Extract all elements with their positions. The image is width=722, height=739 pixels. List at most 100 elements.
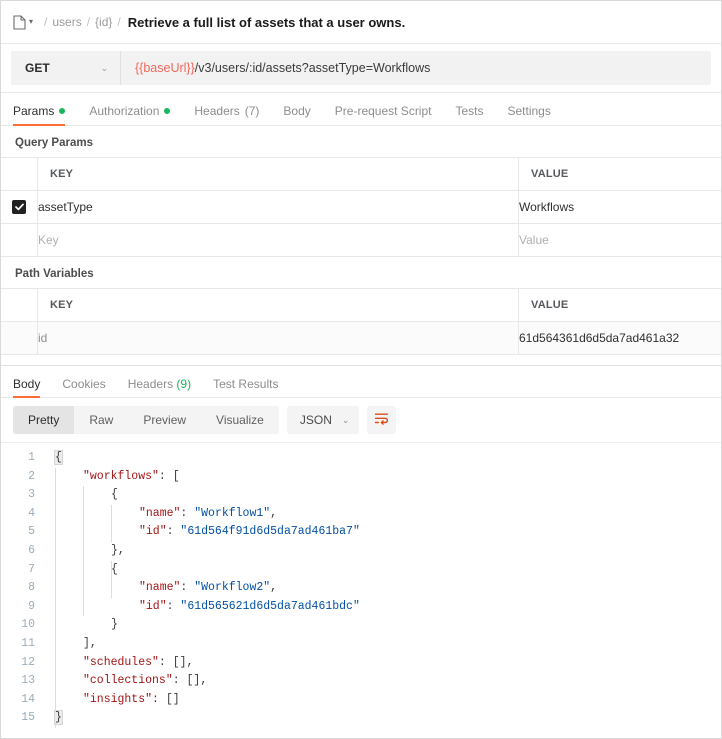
code-token: "id" xyxy=(139,525,167,538)
breadcrumb-separator-2: / xyxy=(87,15,90,29)
code-line: { xyxy=(43,561,721,580)
code-token: { xyxy=(111,488,118,501)
code-token: "workflows" xyxy=(83,470,159,483)
tab-settings[interactable]: Settings xyxy=(508,104,551,125)
code-token: ], xyxy=(83,637,97,650)
tab-tests-label: Tests xyxy=(455,104,483,118)
code-line: } xyxy=(43,709,721,728)
path-variable-value-value: 61d564361d6d5da7ad461a32 xyxy=(519,331,679,345)
table-row: id 61d564361d6d5da7ad461a32 xyxy=(1,322,721,355)
code-token: "61d564f91d6d5da7ad461ba7" xyxy=(180,525,359,538)
chevron-down-icon: ⌄ xyxy=(100,63,108,74)
document-icon xyxy=(13,15,26,30)
code-line: "workflows": [ xyxy=(43,468,721,487)
tab-headers[interactable]: Headers (7) xyxy=(194,104,259,125)
param-value-placeholder: Value xyxy=(519,233,549,247)
param-key-input[interactable]: Key xyxy=(38,224,519,257)
tab-authorization[interactable]: Authorization xyxy=(89,104,170,125)
line-number: 10 xyxy=(1,616,43,635)
view-mode-raw[interactable]: Raw xyxy=(74,406,128,434)
tab-params-label: Params xyxy=(13,104,54,118)
line-number: 11 xyxy=(1,635,43,654)
code-token: : [], xyxy=(159,656,194,669)
path-variables-table: KEY VALUE id 61d564361d6d5da7ad461a32 xyxy=(1,288,721,355)
line-number: 15 xyxy=(1,709,43,728)
code-line: "schedules": [], xyxy=(43,654,721,673)
http-method-label: GET xyxy=(25,61,50,75)
code-token: "61d565621d6d5da7ad461bdc" xyxy=(180,600,359,613)
tab-response-body[interactable]: Body xyxy=(13,377,40,397)
code-token: { xyxy=(111,563,118,576)
param-key-value: assetType xyxy=(38,200,93,214)
tab-tests[interactable]: Tests xyxy=(455,104,483,125)
column-header-value: VALUE xyxy=(519,168,721,180)
code-token: "Workflow2" xyxy=(194,581,270,594)
column-header-key: KEY xyxy=(38,168,518,180)
response-view-toolbar: Pretty Raw Preview Visualize JSON ⌄ xyxy=(1,398,721,442)
wrap-text-button[interactable] xyxy=(367,406,396,434)
param-value-cell[interactable]: Workflows xyxy=(519,191,722,224)
code-token: : [], xyxy=(173,674,208,687)
path-variable-key-cell[interactable]: id xyxy=(38,322,519,355)
line-number: 2 xyxy=(1,468,43,487)
url-input[interactable]: {{baseUrl}}/v3/users/:id/assets?assetTyp… xyxy=(121,51,711,85)
row-checkbox-cell-empty xyxy=(1,224,38,257)
http-method-dropdown[interactable]: GET ⌄ xyxy=(11,51,121,85)
code-token: "name" xyxy=(139,507,180,520)
tab-response-cookies[interactable]: Cookies xyxy=(62,377,105,397)
code-line: "collections": [], xyxy=(43,672,721,691)
postman-request-window: ▾ / users / {id} / Retrieve a full list … xyxy=(0,0,722,739)
table-header-row: KEY VALUE xyxy=(1,158,721,191)
tab-test-results[interactable]: Test Results xyxy=(213,377,278,397)
view-mode-pretty[interactable]: Pretty xyxy=(13,406,74,434)
row-checkbox-cell xyxy=(1,191,38,224)
view-mode-group: Pretty Raw Preview Visualize xyxy=(13,406,279,434)
view-mode-visualize[interactable]: Visualize xyxy=(201,406,279,434)
code-line: "name": "Workflow1", xyxy=(43,505,721,524)
breadcrumb-item-users[interactable]: users xyxy=(52,15,81,29)
modified-dot-icon xyxy=(164,108,170,114)
line-number: 7 xyxy=(1,561,43,580)
tab-response-headers-count: (9) xyxy=(176,377,191,391)
response-format-dropdown[interactable]: JSON ⌄ xyxy=(287,406,360,434)
param-key-cell[interactable]: assetType xyxy=(38,191,519,224)
chevron-down-icon[interactable]: ▾ xyxy=(29,18,33,26)
response-tabs: Body Cookies Headers (9) Test Results xyxy=(1,366,721,398)
url-path: /v3/users/:id/assets?assetType=Workflows xyxy=(195,61,431,75)
code-token: "Workflow1" xyxy=(194,507,270,520)
code-line: "id": "61d565621d6d5da7ad461bdc" xyxy=(43,598,721,617)
code-token: { xyxy=(55,451,62,464)
tab-pre-request-script[interactable]: Pre-request Script xyxy=(335,104,432,125)
request-tabs: Params Authorization Headers (7) Body Pr… xyxy=(1,93,721,126)
response-format-label: JSON xyxy=(300,413,332,427)
breadcrumb-item-id[interactable]: {id} xyxy=(95,15,112,29)
chevron-down-icon: ⌄ xyxy=(342,415,350,426)
path-variable-value-cell[interactable]: 61d564361d6d5da7ad461a32 xyxy=(519,322,722,355)
modified-dot-icon xyxy=(59,108,65,114)
code-token: , xyxy=(270,581,277,594)
response-body-viewer[interactable]: 123456789101112131415 {"workflows": [{"n… xyxy=(1,442,721,738)
path-variable-key-value: id xyxy=(38,331,47,345)
param-value-input[interactable]: Value xyxy=(519,224,722,257)
line-number: 8 xyxy=(1,579,43,598)
tab-authorization-label: Authorization xyxy=(89,104,159,118)
tab-response-cookies-label: Cookies xyxy=(62,377,105,391)
view-mode-preview[interactable]: Preview xyxy=(128,406,201,434)
tab-response-headers[interactable]: Headers (9) xyxy=(128,377,191,397)
param-enabled-checkbox[interactable] xyxy=(12,200,26,214)
line-number: 9 xyxy=(1,598,43,617)
tab-settings-label: Settings xyxy=(508,104,551,118)
code-line: { xyxy=(43,486,721,505)
json-code[interactable]: {"workflows": [{"name": "Workflow1","id"… xyxy=(43,443,721,738)
code-token: } xyxy=(55,711,62,724)
param-value-value: Workflows xyxy=(519,200,574,214)
code-line: ], xyxy=(43,635,721,654)
code-token: "collections" xyxy=(83,674,173,687)
code-token: : xyxy=(167,600,181,613)
tab-params[interactable]: Params xyxy=(13,104,65,125)
breadcrumb: ▾ / users / {id} / Retrieve a full list … xyxy=(1,1,721,44)
tab-pre-request-script-label: Pre-request Script xyxy=(335,104,432,118)
tab-body[interactable]: Body xyxy=(283,104,310,125)
line-number: 4 xyxy=(1,505,43,524)
tab-response-body-label: Body xyxy=(13,377,40,391)
